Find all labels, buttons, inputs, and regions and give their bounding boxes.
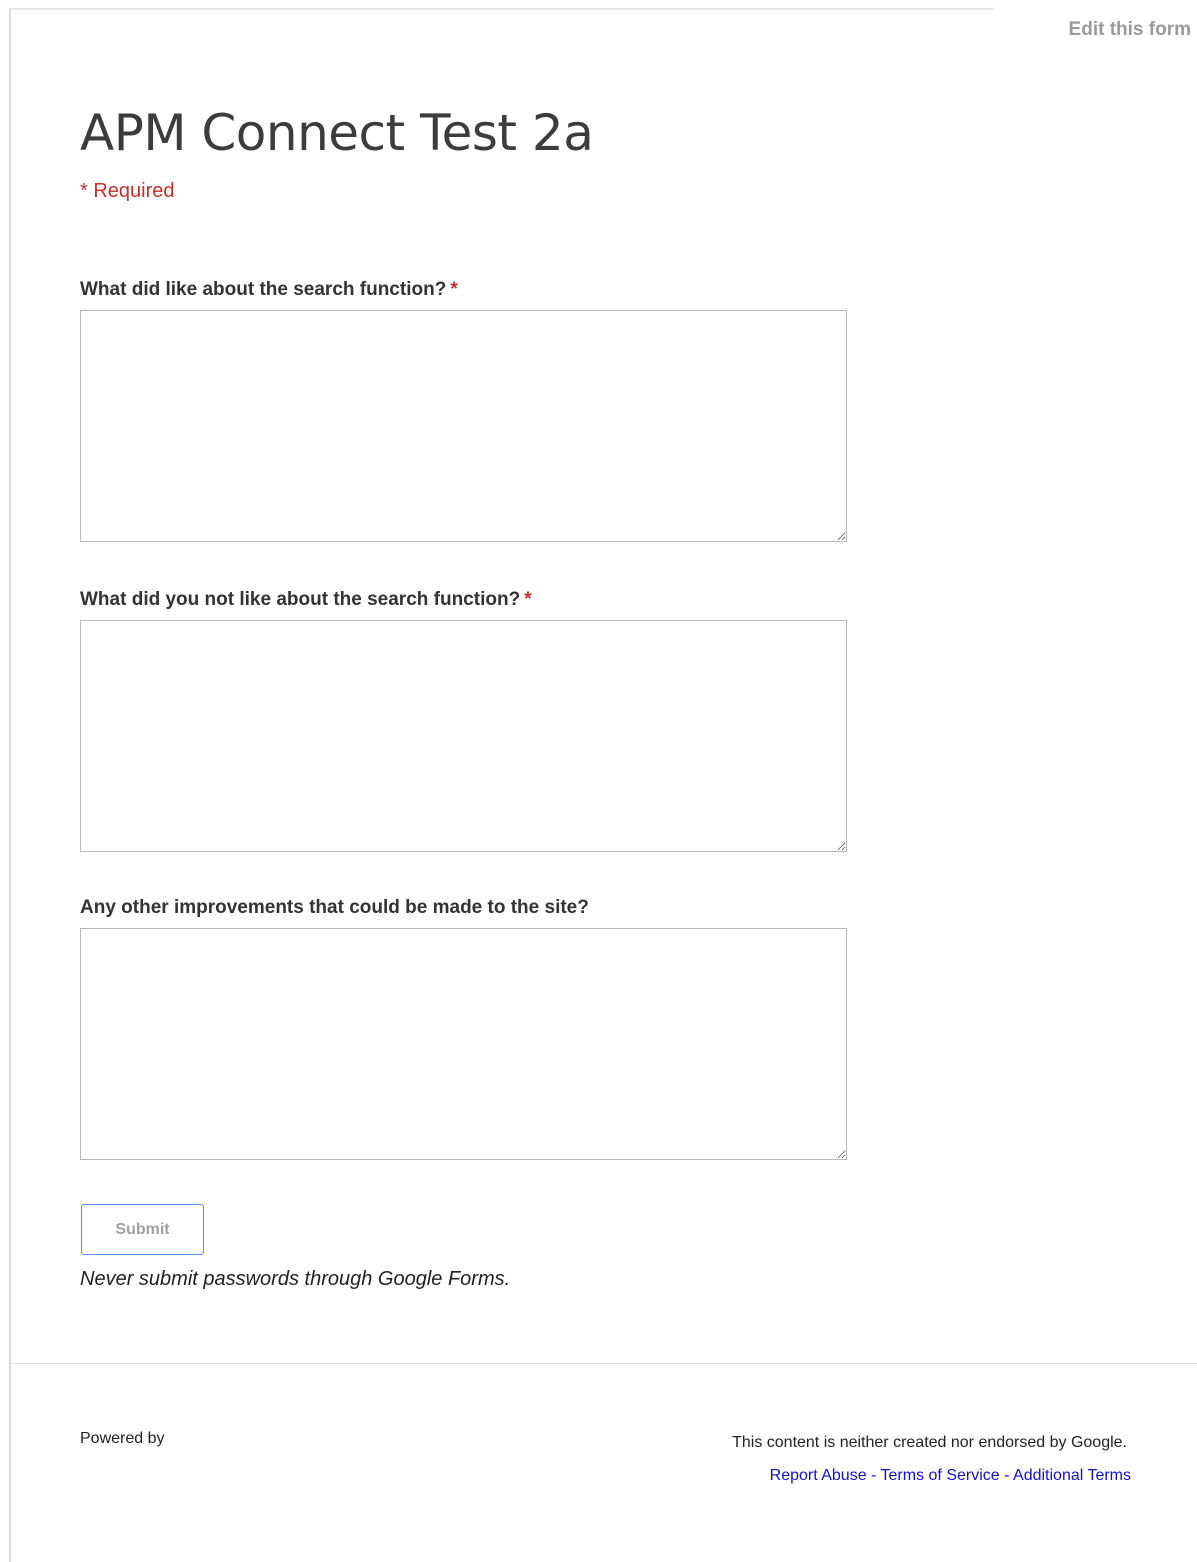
password-warning: Never submit passwords through Google Fo… [80,1268,511,1290]
question-1: What did like about the search function?… [80,279,847,542]
required-asterisk: * [450,279,458,300]
edit-form-link[interactable]: Edit this form [1069,19,1191,41]
powered-by-text: Powered by [80,1430,165,1447]
footer-divider [11,1363,1197,1364]
terms-of-service-link[interactable]: Terms of Service [881,1467,1000,1484]
question-3-textarea[interactable] [80,928,847,1160]
frame-top-border [9,8,994,10]
form-page: Edit this form APM Connect Test 2a * Req… [0,0,1197,1562]
question-1-label-row: What did like about the search function?… [80,279,847,301]
question-2-textarea[interactable] [80,620,847,852]
question-3: Any other improvements that could be mad… [80,897,847,1160]
submit-button[interactable]: Submit [81,1204,204,1255]
question-1-label: What did like about the search function? [80,279,447,300]
link-separator: - [871,1467,877,1484]
question-3-label-row: Any other improvements that could be mad… [80,897,847,919]
question-2-label-row: What did you not like about the search f… [80,589,847,611]
footer-links: Report Abuse - Terms of Service - Additi… [770,1467,1131,1485]
additional-terms-link[interactable]: Additional Terms [1013,1467,1131,1484]
disclaimer-text: This content is neither created nor endo… [732,1434,1127,1451]
required-asterisk: * [524,589,532,610]
link-separator: - [1004,1467,1010,1484]
report-abuse-link[interactable]: Report Abuse [770,1467,867,1484]
question-2: What did you not like about the search f… [80,589,847,852]
required-note: * Required [80,180,175,202]
question-3-label: Any other improvements that could be mad… [80,897,589,918]
question-1-textarea[interactable] [80,310,847,542]
question-2-label: What did you not like about the search f… [80,589,521,610]
form-title: APM Connect Test 2a [80,104,594,162]
frame-left-border [9,8,11,1562]
